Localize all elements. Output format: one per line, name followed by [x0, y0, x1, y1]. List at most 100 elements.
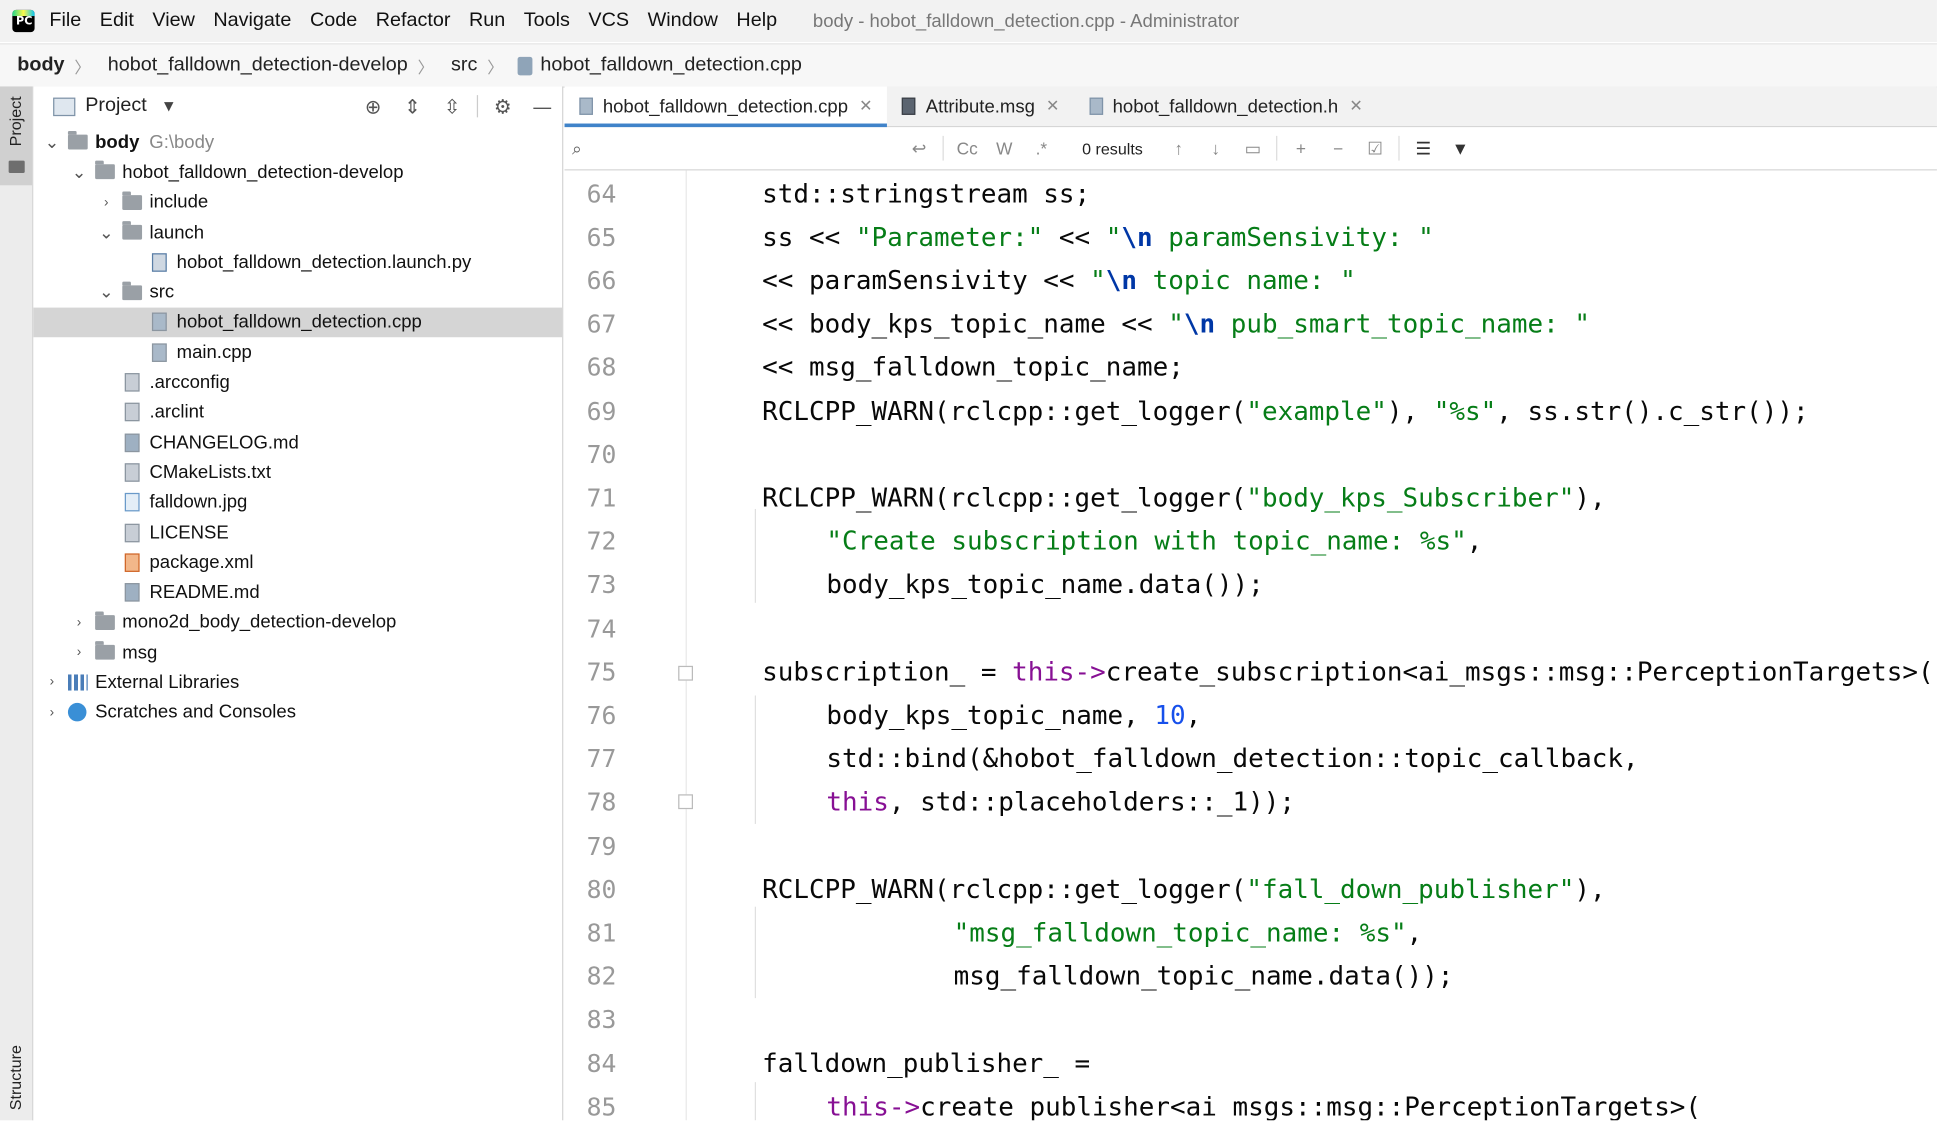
- code-line[interactable]: 82 msg_falldown_topic_name.data());: [565, 954, 1937, 997]
- previous-occurrence-icon[interactable]: ↑: [1160, 138, 1197, 158]
- menu-code[interactable]: Code: [310, 10, 357, 32]
- tree-item[interactable]: › include: [33, 187, 562, 217]
- breadcrumb-item-file[interactable]: hobot_falldown_detection.cpp: [540, 54, 802, 76]
- filter-settings-icon[interactable]: ☰: [1405, 138, 1442, 159]
- tree-item[interactable]: ›package.xml: [33, 547, 562, 577]
- close-icon[interactable]: ✕: [1046, 96, 1059, 116]
- tree-item[interactable]: ⌄ src: [33, 277, 562, 307]
- tree-item[interactable]: ⌄ body G:\body: [33, 127, 562, 157]
- tree-item[interactable]: ›hobot_falldown_detection.cpp: [33, 307, 563, 338]
- chevron-down-icon[interactable]: ⌄: [70, 162, 87, 183]
- chevron-right-icon[interactable]: ›: [43, 675, 60, 690]
- code-line[interactable]: 75 subscription_ = this->create_subscript…: [565, 650, 1937, 693]
- code-line[interactable]: 77 std::bind(&hobot_falldown_detection::t…: [565, 737, 1937, 780]
- gear-icon[interactable]: ⚙: [483, 95, 523, 118]
- menu-vcs[interactable]: VCS: [588, 10, 629, 32]
- close-icon[interactable]: ✕: [1349, 96, 1362, 116]
- tree-item[interactable]: › Scratches and Consoles: [33, 698, 562, 728]
- tree-item[interactable]: ›hobot_falldown_detection.launch.py: [33, 247, 562, 277]
- code-line[interactable]: 66 << paramSensivity << "\n topic name: ": [565, 259, 1937, 302]
- match-case-toggle[interactable]: Cc: [949, 138, 986, 158]
- chevron-down-icon[interactable]: ⌄: [43, 132, 60, 153]
- project-tool-window-button[interactable]: Project: [0, 86, 33, 186]
- menu-window[interactable]: Window: [648, 10, 718, 32]
- code-line[interactable]: 84 falldown_publisher_ =: [565, 1041, 1937, 1084]
- hide-panel-icon[interactable]: —: [523, 95, 563, 118]
- code-line[interactable]: 64 std::stringstream ss;: [565, 172, 1937, 215]
- code-line[interactable]: 69 RCLCPP_WARN(rclcpp::get_logger("exampl…: [565, 389, 1937, 432]
- tab-attribute-msg[interactable]: Attribute.msg ✕: [887, 86, 1074, 126]
- menu-edit[interactable]: Edit: [100, 10, 134, 32]
- menu-run[interactable]: Run: [469, 10, 505, 32]
- code-line[interactable]: 83: [565, 998, 1937, 1041]
- token: ),: [1574, 874, 1606, 904]
- tree-item-label: falldown.jpg: [149, 491, 248, 513]
- menu-view[interactable]: View: [152, 10, 194, 32]
- tab-hobot-falldown-detection-h[interactable]: hobot_falldown_detection.h ✕: [1074, 86, 1377, 126]
- code-editor[interactable]: 64 std::stringstream ss; 65 ss << "Paramete…: [564, 170, 1937, 1121]
- code-line[interactable]: 78 this, std::placeholders::_1));: [565, 780, 1937, 823]
- code-line[interactable]: 68 << msg_falldown_topic_name;: [565, 346, 1937, 389]
- menu-refactor[interactable]: Refactor: [376, 10, 451, 32]
- tree-item[interactable]: ›LICENSE: [33, 517, 562, 547]
- menu-navigate[interactable]: Navigate: [213, 10, 291, 32]
- tree-item[interactable]: ›falldown.jpg: [33, 487, 562, 517]
- open-in-window-icon[interactable]: ▭: [1234, 138, 1271, 159]
- breadcrumb-item-project[interactable]: hobot_falldown_detection-develop: [108, 54, 408, 76]
- remove-occurrence-icon[interactable]: −: [1319, 138, 1356, 158]
- breadcrumb: body 〉 hobot_falldown_detection-develop …: [0, 43, 1937, 88]
- tree-item[interactable]: › msg: [33, 637, 562, 667]
- code-line[interactable]: 80 RCLCPP_WARN(rclcpp::get_logger("fall_d…: [565, 867, 1937, 910]
- code-text: ss << "Parameter:" << "\n paramSensivity…: [762, 222, 1434, 252]
- select-all-occurrences-icon[interactable]: ☑: [1357, 138, 1394, 159]
- chevron-down-icon[interactable]: ⌄: [98, 282, 115, 303]
- tree-item[interactable]: ⌄ launch: [33, 217, 562, 247]
- chevron-right-icon[interactable]: ›: [43, 705, 60, 720]
- tree-item[interactable]: ›.arcconfig: [33, 367, 562, 397]
- tree-item[interactable]: ›main.cpp: [33, 337, 562, 367]
- code-line[interactable]: 71 RCLCPP_WARN(rclcpp::get_logger("body_k…: [565, 476, 1937, 519]
- chevron-right-icon[interactable]: ›: [98, 195, 115, 210]
- chevron-right-icon[interactable]: ›: [70, 615, 87, 630]
- code-line[interactable]: 85 this->create_publisher<ai_msgs::msg::P…: [565, 1085, 1937, 1121]
- menu-file[interactable]: File: [49, 10, 81, 32]
- tree-item[interactable]: ›README.md: [33, 577, 562, 607]
- tree-item[interactable]: ›CMakeLists.txt: [33, 457, 562, 487]
- code-line[interactable]: 81 "msg_falldown_topic_name: %s",: [565, 911, 1937, 954]
- regex-toggle[interactable]: .*: [1023, 138, 1060, 158]
- breadcrumb-item-src[interactable]: src: [451, 54, 477, 76]
- next-occurrence-icon[interactable]: ↓: [1197, 138, 1234, 158]
- code-line[interactable]: 73 body_kps_topic_name.data());: [565, 563, 1937, 606]
- add-occurrence-icon[interactable]: +: [1282, 138, 1319, 158]
- collapse-all-icon[interactable]: ⇳: [432, 95, 472, 118]
- code-line[interactable]: 72 "Create subscription with topic_name: …: [565, 520, 1937, 563]
- code-line[interactable]: 76 body_kps_topic_name, 10,: [565, 693, 1937, 736]
- code-line[interactable]: 70: [565, 433, 1937, 476]
- expand-all-icon[interactable]: ⇕: [393, 95, 433, 118]
- chevron-down-icon[interactable]: ▼: [164, 99, 174, 113]
- tree-item[interactable]: › mono2d_body_detection-develop: [33, 607, 562, 637]
- project-panel-title[interactable]: Project: [85, 95, 147, 117]
- structure-tool-window-button[interactable]: Structure: [6, 1045, 25, 1110]
- code-line[interactable]: 79: [565, 824, 1937, 867]
- search-input[interactable]: [599, 132, 901, 165]
- new-line-icon[interactable]: ↩: [901, 138, 938, 159]
- tree-item[interactable]: › External Libraries: [33, 667, 562, 697]
- code-line[interactable]: 67 << body_kps_topic_name << "\n pub_smar…: [565, 302, 1937, 345]
- tree-item[interactable]: ⌄ hobot_falldown_detection-develop: [33, 157, 562, 187]
- tab-hobot-falldown-detection-cpp[interactable]: hobot_falldown_detection.cpp ✕: [564, 86, 888, 128]
- code-line[interactable]: 65 ss << "Parameter:" << "\n paramSensivi…: [565, 215, 1937, 258]
- tree-item[interactable]: ›CHANGELOG.md: [33, 427, 562, 457]
- chevron-down-icon[interactable]: ⌄: [98, 222, 115, 243]
- tree-item[interactable]: ›.arclint: [33, 397, 562, 427]
- search-icon[interactable]: ⌕: [572, 138, 599, 159]
- whole-words-toggle[interactable]: W: [986, 138, 1023, 158]
- chevron-right-icon[interactable]: ›: [70, 645, 87, 660]
- close-icon[interactable]: ✕: [859, 96, 872, 116]
- locate-file-icon[interactable]: ⊕: [353, 95, 393, 118]
- menu-help[interactable]: Help: [736, 10, 777, 32]
- filter-icon[interactable]: ▼: [1442, 138, 1479, 158]
- breadcrumb-item-body[interactable]: body: [17, 54, 64, 76]
- menu-tools[interactable]: Tools: [524, 10, 570, 32]
- code-line[interactable]: 74: [565, 607, 1937, 650]
